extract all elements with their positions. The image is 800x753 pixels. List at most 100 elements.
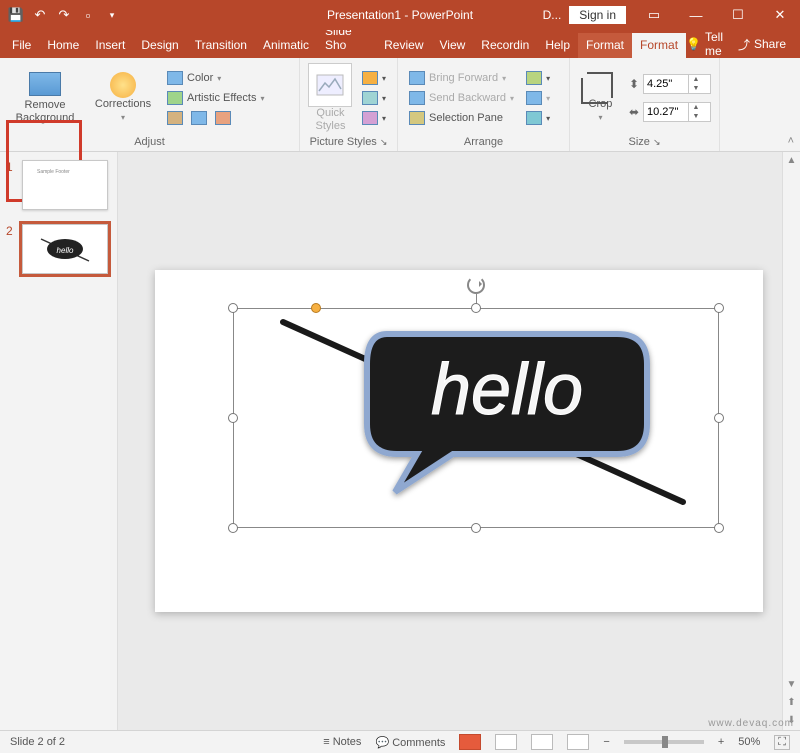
redo-icon[interactable]: ↷ — [56, 7, 72, 23]
rotation-handle-icon[interactable] — [467, 276, 485, 294]
tab-transitions[interactable]: Transition — [187, 33, 255, 58]
send-backward-button[interactable]: Send Backward ▾ — [406, 89, 517, 107]
picture-effects-button[interactable]: ▾ — [359, 89, 389, 107]
svg-text:hello: hello — [57, 246, 74, 255]
prev-slide-icon[interactable]: ⬆ — [783, 694, 800, 712]
rotate-icon — [526, 111, 542, 125]
fit-to-window-button[interactable]: ⛶ — [774, 735, 790, 750]
zoom-out-button[interactable]: − — [603, 736, 609, 748]
tab-home[interactable]: Home — [39, 33, 87, 58]
send-backward-icon — [409, 91, 425, 105]
selected-picture[interactable]: hello — [233, 308, 719, 528]
compress-reset-row — [164, 109, 268, 127]
remove-background-icon — [29, 72, 61, 96]
undo-icon[interactable]: ↶ — [32, 7, 48, 23]
share-icon: ⤴ — [738, 36, 750, 53]
size-label: Size ↘ — [578, 134, 711, 151]
signin-button[interactable]: Sign in — [569, 6, 626, 24]
ribbon: Remove Background Corrections ▾ Color ▾ … — [0, 58, 800, 152]
tab-file[interactable]: File — [4, 33, 39, 58]
titlebar: 💾 ↶ ↷ ▫ ▾ Presentation1 - PowerPoint D..… — [0, 0, 800, 30]
bring-forward-button[interactable]: Bring Forward ▾ — [406, 69, 517, 87]
tab-help[interactable]: Help — [537, 33, 578, 58]
tab-view[interactable]: View — [432, 33, 474, 58]
slide-indicator[interactable]: Slide 2 of 2 — [10, 736, 65, 748]
size-dialog-launcher-icon[interactable]: ↘ — [653, 137, 661, 147]
contextual-label: D... — [537, 8, 568, 22]
ribbon-group-arrange: Bring Forward ▾ Send Backward ▾ Selectio… — [398, 58, 570, 151]
slide-sorter-view-button[interactable] — [495, 734, 517, 750]
tab-review[interactable]: Review — [376, 33, 431, 58]
quick-access-toolbar: 💾 ↶ ↷ ▫ ▾ — [0, 7, 128, 23]
comments-button[interactable]: 💬 Comments — [375, 736, 445, 749]
color-icon — [167, 71, 183, 85]
zoom-in-button[interactable]: + — [718, 736, 724, 748]
quick-styles-button[interactable]: Quick Styles — [308, 63, 353, 133]
crop-button[interactable]: Crop ▾ — [578, 63, 623, 133]
compress-icon[interactable] — [167, 111, 183, 125]
picture-layout-icon — [362, 111, 378, 125]
picture-effects-icon — [362, 91, 378, 105]
selection-pane-icon — [409, 111, 425, 125]
ribbon-tabs: File Home Insert Design Transition Anima… — [0, 30, 800, 58]
minimize-icon[interactable]: ― — [676, 0, 716, 30]
qat-more-icon[interactable]: ▾ — [104, 7, 120, 23]
scroll-up-icon[interactable]: ▲ — [783, 152, 800, 170]
tab-design[interactable]: Design — [133, 33, 186, 58]
remove-background-button[interactable]: Remove Background — [8, 63, 82, 133]
width-input[interactable]: ▲▼ — [643, 102, 711, 122]
zoom-level[interactable]: 50% — [738, 736, 760, 748]
start-from-beginning-icon[interactable]: ▫ — [80, 7, 96, 23]
tab-format-picture[interactable]: Format — [632, 33, 686, 58]
slide-edit-area[interactable]: hello ▲ ▼ ⬆ ⬇ — [118, 152, 800, 730]
tab-animations[interactable]: Animatic — [255, 33, 317, 58]
corrections-button[interactable]: Corrections ▾ — [88, 63, 158, 133]
close-icon[interactable]: ✕ — [760, 0, 800, 30]
dialog-launcher-icon[interactable]: ↘ — [380, 137, 388, 147]
ribbon-group-picture-styles: Quick Styles ▾ ▾ ▾ Picture Styles ↘ — [300, 58, 398, 151]
picture-border-button[interactable]: ▾ — [359, 69, 389, 87]
picture-layout-button[interactable]: ▾ — [359, 109, 389, 127]
arrange-label: Arrange — [406, 134, 561, 151]
save-icon[interactable]: 💾 — [8, 7, 24, 23]
slide-thumbnails-pane[interactable]: 1 Sample Footer 2 hello — [0, 152, 118, 730]
align-button[interactable]: ▾ — [523, 69, 553, 87]
reading-view-button[interactable] — [531, 734, 553, 750]
notes-button[interactable]: ≡ Notes — [323, 736, 361, 748]
reset-picture-icon[interactable] — [215, 111, 231, 125]
normal-view-button[interactable] — [459, 734, 481, 750]
color-button[interactable]: Color ▾ — [164, 69, 268, 87]
scroll-down-icon[interactable]: ▼ — [783, 676, 800, 694]
tab-recording[interactable]: Recordin — [473, 33, 537, 58]
artistic-effects-button[interactable]: Artistic Effects ▾ — [164, 89, 268, 107]
document-title: Presentation1 - PowerPoint — [327, 8, 473, 22]
zoom-slider[interactable] — [624, 740, 704, 744]
thumbnail-1[interactable]: 1 Sample Footer — [6, 160, 111, 210]
slideshow-view-button[interactable] — [567, 734, 589, 750]
collapse-ribbon-icon[interactable]: ˄ — [788, 135, 794, 147]
align-icon — [526, 71, 542, 85]
tab-format-drawing[interactable]: Format — [578, 33, 632, 58]
share-button[interactable]: ⤴Share — [738, 36, 786, 53]
bring-forward-icon — [409, 71, 425, 85]
adjust-group-label: Adjust — [8, 134, 291, 151]
thumb-2-preview: hello — [22, 224, 108, 274]
quick-styles-icon — [308, 63, 352, 107]
maximize-icon[interactable]: ☐ — [718, 0, 758, 30]
picstyles-label: Picture Styles ↘ — [308, 134, 389, 151]
workspace: 1 Sample Footer 2 hello — [0, 152, 800, 730]
selection-pane-button[interactable]: Selection Pane — [406, 109, 517, 127]
height-input[interactable]: ▲▼ — [643, 74, 711, 94]
watermark: www.devaq.com — [708, 718, 794, 729]
svg-text:hello: hello — [431, 350, 583, 430]
statusbar: Slide 2 of 2 ≡ Notes 💬 Comments − + 50% … — [0, 730, 800, 753]
group-icon — [526, 91, 542, 105]
rotate-button[interactable]: ▾ — [523, 109, 553, 127]
tellme-button[interactable]: 💡Tell me — [686, 30, 724, 58]
thumbnail-2[interactable]: 2 hello — [6, 224, 111, 274]
ribbon-display-icon[interactable]: ▭ — [634, 0, 674, 30]
tab-insert[interactable]: Insert — [87, 33, 133, 58]
change-picture-icon[interactable] — [191, 111, 207, 125]
vertical-scrollbar[interactable]: ▲ ▼ ⬆ ⬇ — [782, 152, 800, 730]
group-button[interactable]: ▾ — [523, 89, 553, 107]
